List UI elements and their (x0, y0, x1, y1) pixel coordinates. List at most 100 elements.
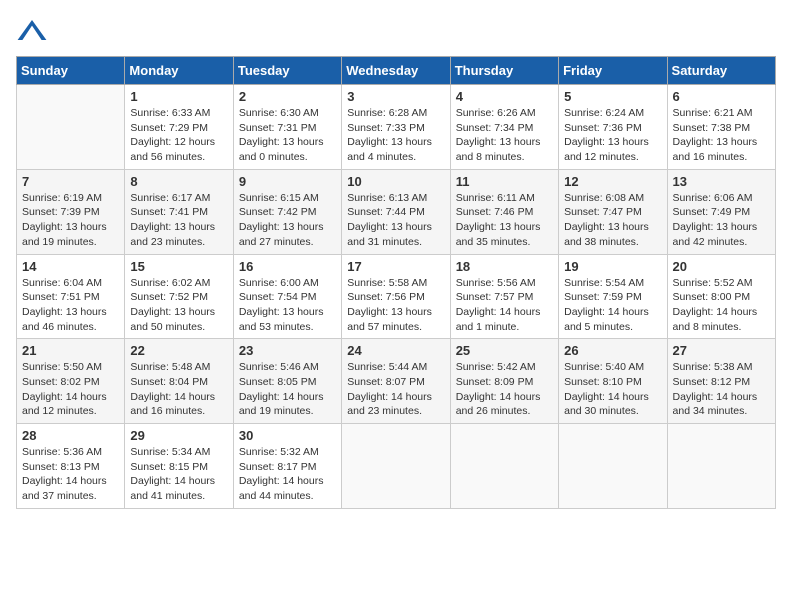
calendar-cell: 9Sunrise: 6:15 AM Sunset: 7:42 PM Daylig… (233, 169, 341, 254)
calendar-cell (17, 85, 125, 170)
header-day-saturday: Saturday (667, 57, 775, 85)
day-info: Sunrise: 5:52 AM Sunset: 8:00 PM Dayligh… (673, 276, 770, 335)
day-info: Sunrise: 5:44 AM Sunset: 8:07 PM Dayligh… (347, 360, 444, 419)
day-info: Sunrise: 6:24 AM Sunset: 7:36 PM Dayligh… (564, 106, 661, 165)
calendar-cell: 29 Sunrise: 5:34 AM Sunset: 8:15 PM Dayli… (125, 424, 233, 509)
day-info: Sunrise: 6:02 AM Sunset: 7:52 PM Dayligh… (130, 276, 227, 335)
day-number: 27 (673, 343, 770, 358)
day-info: Sunrise: 6:06 AM Sunset: 7:49 PM Dayligh… (673, 191, 770, 250)
day-number: 24 (347, 343, 444, 358)
calendar-cell (342, 424, 450, 509)
day-number: 13 (673, 174, 770, 189)
calendar-cell: 19Sunrise: 5:54 AM Sunset: 7:59 PM Dayli… (559, 254, 667, 339)
day-number: 1 (130, 89, 227, 104)
calendar-cell: 23 Sunrise: 5:46 AM Sunset: 8:05 PM Dayli… (233, 339, 341, 424)
day-info: Sunrise: 6:28 AM Sunset: 7:33 PM Dayligh… (347, 106, 444, 165)
header-day-thursday: Thursday (450, 57, 558, 85)
calendar-cell: 3 Sunrise: 6:28 AM Sunset: 7:33 PM Daylig… (342, 85, 450, 170)
calendar-cell: 5 Sunrise: 6:24 AM Sunset: 7:36 PM Daylig… (559, 85, 667, 170)
day-info: Sunrise: 6:33 AM Sunset: 7:29 PM Dayligh… (130, 106, 227, 165)
day-number: 15 (130, 259, 227, 274)
day-number: 30 (239, 428, 336, 443)
day-number: 2 (239, 89, 336, 104)
calendar-cell: 17Sunrise: 5:58 AM Sunset: 7:56 PM Dayli… (342, 254, 450, 339)
day-info: Sunrise: 5:56 AM Sunset: 7:57 PM Dayligh… (456, 276, 553, 335)
calendar-table: SundayMondayTuesdayWednesdayThursdayFrid… (16, 56, 776, 509)
day-info: Sunrise: 6:21 AM Sunset: 7:38 PM Dayligh… (673, 106, 770, 165)
calendar-cell: 21 Sunrise: 5:50 AM Sunset: 8:02 PM Dayli… (17, 339, 125, 424)
day-number: 23 (239, 343, 336, 358)
day-info: Sunrise: 6:26 AM Sunset: 7:34 PM Dayligh… (456, 106, 553, 165)
day-number: 16 (239, 259, 336, 274)
day-number: 19 (564, 259, 661, 274)
calendar-cell: 24 Sunrise: 5:44 AM Sunset: 8:07 PM Dayli… (342, 339, 450, 424)
day-number: 21 (22, 343, 119, 358)
day-info: Sunrise: 5:58 AM Sunset: 7:56 PM Dayligh… (347, 276, 444, 335)
day-info: Sunrise: 6:11 AM Sunset: 7:46 PM Dayligh… (456, 191, 553, 250)
day-number: 22 (130, 343, 227, 358)
calendar-cell (450, 424, 558, 509)
day-info: Sunrise: 5:34 AM Sunset: 8:15 PM Dayligh… (130, 445, 227, 504)
day-info: Sunrise: 5:46 AM Sunset: 8:05 PM Dayligh… (239, 360, 336, 419)
calendar-cell: 16 Sunrise: 6:00 AM Sunset: 7:54 PM Dayli… (233, 254, 341, 339)
calendar-cell: 7 Sunrise: 6:19 AM Sunset: 7:39 PM Daylig… (17, 169, 125, 254)
day-number: 3 (347, 89, 444, 104)
day-info: Sunrise: 6:19 AM Sunset: 7:39 PM Dayligh… (22, 191, 119, 250)
day-number: 25 (456, 343, 553, 358)
day-number: 7 (22, 174, 119, 189)
calendar-cell: 13 Sunrise: 6:06 AM Sunset: 7:49 PM Dayli… (667, 169, 775, 254)
week-row-5: 28 Sunrise: 5:36 AM Sunset: 8:13 PM Dayli… (17, 424, 776, 509)
calendar-cell (667, 424, 775, 509)
day-info: Sunrise: 6:13 AM Sunset: 7:44 PM Dayligh… (347, 191, 444, 250)
day-number: 8 (130, 174, 227, 189)
day-number: 6 (673, 89, 770, 104)
day-number: 5 (564, 89, 661, 104)
day-info: Sunrise: 6:00 AM Sunset: 7:54 PM Dayligh… (239, 276, 336, 335)
page-header (16, 16, 776, 48)
day-info: Sunrise: 5:42 AM Sunset: 8:09 PM Dayligh… (456, 360, 553, 419)
day-number: 26 (564, 343, 661, 358)
day-number: 10 (347, 174, 444, 189)
week-row-4: 21 Sunrise: 5:50 AM Sunset: 8:02 PM Dayli… (17, 339, 776, 424)
day-number: 4 (456, 89, 553, 104)
calendar-cell: 25 Sunrise: 5:42 AM Sunset: 8:09 PM Dayli… (450, 339, 558, 424)
day-info: Sunrise: 5:32 AM Sunset: 8:17 PM Dayligh… (239, 445, 336, 504)
day-number: 11 (456, 174, 553, 189)
calendar-cell: 1 Sunrise: 6:33 AM Sunset: 7:29 PM Daylig… (125, 85, 233, 170)
day-number: 29 (130, 428, 227, 443)
day-info: Sunrise: 5:38 AM Sunset: 8:12 PM Dayligh… (673, 360, 770, 419)
day-info: Sunrise: 5:50 AM Sunset: 8:02 PM Dayligh… (22, 360, 119, 419)
calendar-cell: 11 Sunrise: 6:11 AM Sunset: 7:46 PM Dayli… (450, 169, 558, 254)
calendar-cell: 18 Sunrise: 5:56 AM Sunset: 7:57 PM Dayli… (450, 254, 558, 339)
day-info: Sunrise: 6:17 AM Sunset: 7:41 PM Dayligh… (130, 191, 227, 250)
calendar-cell: 26 Sunrise: 5:40 AM Sunset: 8:10 PM Dayli… (559, 339, 667, 424)
day-info: Sunrise: 5:48 AM Sunset: 8:04 PM Dayligh… (130, 360, 227, 419)
day-number: 12 (564, 174, 661, 189)
calendar-cell: 27 Sunrise: 5:38 AM Sunset: 8:12 PM Dayli… (667, 339, 775, 424)
header-day-monday: Monday (125, 57, 233, 85)
header-day-friday: Friday (559, 57, 667, 85)
day-number: 9 (239, 174, 336, 189)
calendar-cell: 2Sunrise: 6:30 AM Sunset: 7:31 PM Daylig… (233, 85, 341, 170)
day-number: 20 (673, 259, 770, 274)
week-row-2: 7 Sunrise: 6:19 AM Sunset: 7:39 PM Daylig… (17, 169, 776, 254)
calendar-cell: 22 Sunrise: 5:48 AM Sunset: 8:04 PM Dayli… (125, 339, 233, 424)
logo-icon (16, 16, 48, 48)
day-info: Sunrise: 5:40 AM Sunset: 8:10 PM Dayligh… (564, 360, 661, 419)
calendar-cell: 8 Sunrise: 6:17 AM Sunset: 7:41 PM Daylig… (125, 169, 233, 254)
day-info: Sunrise: 5:36 AM Sunset: 8:13 PM Dayligh… (22, 445, 119, 504)
calendar-cell: 15 Sunrise: 6:02 AM Sunset: 7:52 PM Dayli… (125, 254, 233, 339)
day-info: Sunrise: 6:04 AM Sunset: 7:51 PM Dayligh… (22, 276, 119, 335)
calendar-cell: 12Sunrise: 6:08 AM Sunset: 7:47 PM Dayli… (559, 169, 667, 254)
week-row-3: 14 Sunrise: 6:04 AM Sunset: 7:51 PM Dayli… (17, 254, 776, 339)
calendar-cell: 30 Sunrise: 5:32 AM Sunset: 8:17 PM Dayli… (233, 424, 341, 509)
calendar-cell: 4 Sunrise: 6:26 AM Sunset: 7:34 PM Daylig… (450, 85, 558, 170)
header-row: SundayMondayTuesdayWednesdayThursdayFrid… (17, 57, 776, 85)
calendar-cell: 20 Sunrise: 5:52 AM Sunset: 8:00 PM Dayli… (667, 254, 775, 339)
logo (16, 16, 52, 48)
day-number: 28 (22, 428, 119, 443)
week-row-1: 1 Sunrise: 6:33 AM Sunset: 7:29 PM Daylig… (17, 85, 776, 170)
header-day-wednesday: Wednesday (342, 57, 450, 85)
day-number: 18 (456, 259, 553, 274)
day-number: 14 (22, 259, 119, 274)
